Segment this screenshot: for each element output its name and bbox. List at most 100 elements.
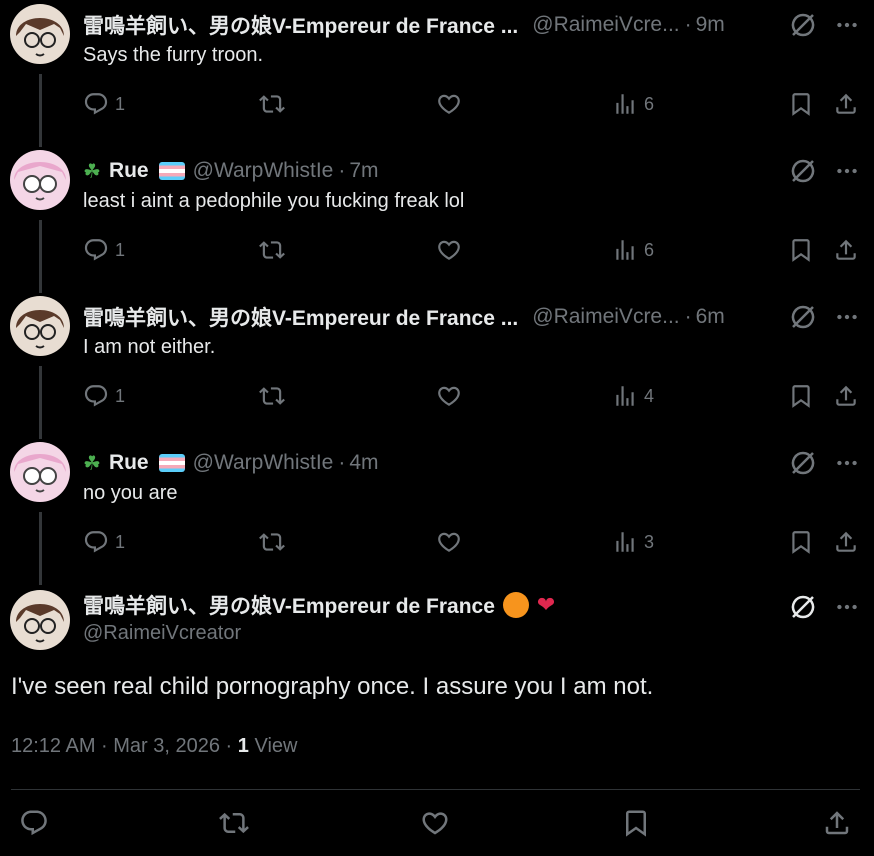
bookmark-icon (788, 91, 814, 117)
share-icon (833, 91, 859, 117)
bookmark-icon (788, 383, 814, 409)
retweet-icon (259, 529, 285, 555)
share-icon (822, 808, 852, 838)
user-handle[interactable]: @RaimeiVcre... (532, 305, 679, 329)
timestamp[interactable]: 4m (349, 451, 378, 475)
views-button[interactable]: 6 (612, 91, 654, 117)
view-count: 6 (644, 239, 655, 260)
more-icon[interactable] (834, 450, 860, 476)
separator-dot: · (338, 159, 346, 182)
reply-tweet[interactable]: ☘ Rue @WarpWhistIe · 4m no you are 1 3 (0, 442, 874, 582)
like-button[interactable] (436, 91, 462, 117)
anatomical-heart-icon: ❤ (536, 592, 556, 617)
reply-button[interactable]: 1 (83, 529, 125, 555)
heart-icon (436, 91, 462, 117)
view-label: View (248, 735, 298, 757)
reply-button[interactable]: 1 (83, 383, 125, 409)
more-icon[interactable] (834, 304, 860, 330)
more-icon[interactable] (834, 158, 860, 184)
reply-count: 1 (115, 93, 126, 114)
display-name[interactable]: Rue (109, 159, 149, 183)
main-action-bar (0, 808, 874, 842)
main-tweet-text: I've seen real child pornography once. I… (11, 673, 654, 700)
reply-tweet[interactable]: 雷鳴羊飼い、男の娘V-Empereur de France ... @Raime… (0, 296, 874, 436)
share-button[interactable] (833, 529, 859, 555)
avatar[interactable] (10, 442, 70, 502)
retweet-button[interactable] (259, 237, 285, 263)
bookmark-icon (788, 529, 814, 555)
tweet-text: no you are (83, 482, 178, 504)
bookmark-button[interactable] (788, 383, 814, 409)
analytics-icon (612, 237, 638, 263)
bookmark-button[interactable] (788, 237, 814, 263)
separator-dot: · (338, 451, 346, 474)
bookmark-icon (788, 237, 814, 263)
retweet-button[interactable] (259, 529, 285, 555)
like-button[interactable] (436, 383, 462, 409)
user-handle[interactable]: @RaimeiVcreator (83, 622, 241, 645)
like-button[interactable] (436, 237, 462, 263)
retweet-button[interactable] (219, 808, 249, 838)
user-handle[interactable]: @RaimeiVcre... (532, 13, 679, 37)
share-icon (833, 383, 859, 409)
grok-icon[interactable] (788, 10, 818, 40)
tweet-text: least i aint a pedophile you fucking fre… (83, 190, 465, 212)
heart-icon (436, 237, 462, 263)
share-button[interactable] (833, 383, 859, 409)
share-button[interactable] (833, 237, 859, 263)
reply-button[interactable] (19, 808, 49, 838)
timestamp[interactable]: 7m (349, 159, 378, 183)
reply-tweet[interactable]: 雷鳴羊飼い、男の娘V-Empereur de France ... @Raime… (0, 4, 874, 144)
display-name[interactable]: 雷鳴羊飼い、男の娘V-Empereur de France ... (83, 10, 518, 40)
views-button[interactable]: 4 (612, 383, 654, 409)
retweet-icon (259, 91, 285, 117)
avatar[interactable] (10, 296, 70, 356)
more-icon[interactable] (834, 594, 860, 620)
avatar[interactable] (10, 150, 70, 210)
bookmark-button[interactable] (621, 808, 651, 838)
share-button[interactable] (833, 91, 859, 117)
separator-dot: · (684, 13, 692, 36)
grok-icon[interactable] (788, 156, 818, 186)
heart-icon (420, 808, 450, 838)
views-button[interactable]: 3 (612, 529, 654, 555)
user-handle[interactable]: @WarpWhistIe (193, 159, 334, 183)
tweet-text: I am not either. (83, 336, 216, 358)
display-name[interactable]: 雷鳴羊飼い、男の娘V-Empereur de France ... (83, 302, 518, 332)
reply-icon (19, 808, 49, 838)
bookmark-button[interactable] (788, 529, 814, 555)
timestamp[interactable]: 6m (696, 305, 725, 329)
bookmark-button[interactable] (788, 91, 814, 117)
display-name[interactable]: Rue (109, 451, 149, 475)
share-button[interactable] (822, 808, 852, 838)
views-button[interactable]: 6 (612, 237, 654, 263)
retweet-button[interactable] (259, 383, 285, 409)
display-name[interactable]: 雷鳴羊飼い、男の娘V-Empereur de France (83, 590, 495, 620)
trans-flag-icon (158, 162, 185, 180)
user-handle[interactable]: @WarpWhistIe (193, 451, 334, 475)
separator-dot: · (684, 305, 692, 328)
like-button[interactable] (420, 808, 450, 838)
action-bar: 1 4 (83, 383, 863, 413)
view-count: 4 (644, 385, 655, 406)
grok-icon[interactable] (788, 592, 818, 622)
grok-icon[interactable] (788, 448, 818, 478)
main-tweet-header: 雷鳴羊飼い、男の娘V-Empereur de France ❤ (83, 589, 555, 621)
like-button[interactable] (436, 529, 462, 555)
share-icon (833, 237, 859, 263)
view-count: 1 (237, 735, 249, 757)
grok-icon[interactable] (788, 302, 818, 332)
timestamp[interactable]: 9m (696, 13, 725, 37)
reply-tweet[interactable]: ☘ Rue @WarpWhistIe · 7m least i aint a p… (0, 150, 874, 290)
reply-button[interactable]: 1 (83, 91, 125, 117)
reply-button[interactable]: 1 (83, 237, 125, 263)
more-icon[interactable] (834, 12, 860, 38)
post-timestamp[interactable]: 12:12 AM · Mar 3, 2026 · (11, 735, 238, 757)
analytics-icon (612, 91, 638, 117)
shamrock-icon: ☘ (83, 452, 101, 475)
retweet-button[interactable] (259, 91, 285, 117)
reply-icon (83, 529, 109, 555)
avatar[interactable] (10, 590, 70, 650)
avatar[interactable] (10, 4, 70, 64)
heart-icon (436, 383, 462, 409)
